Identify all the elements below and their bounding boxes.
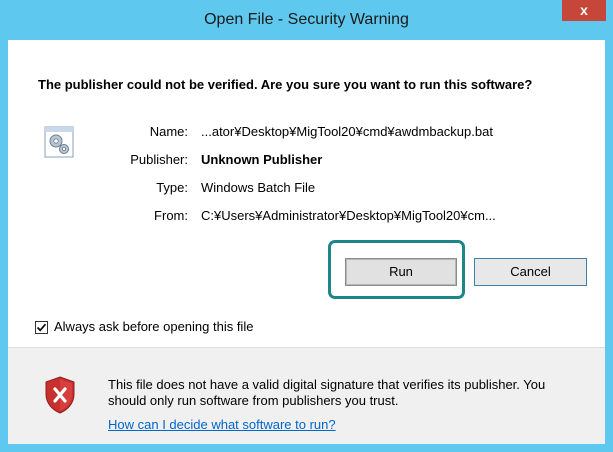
close-button[interactable]: x xyxy=(562,0,606,21)
security-warning-window: Open File - Security Warning x The publi… xyxy=(0,0,613,452)
run-button[interactable]: Run xyxy=(345,258,457,286)
from-value: C:¥Users¥Administrator¥Desktop¥MigTool20… xyxy=(201,208,496,223)
shield-error-icon xyxy=(45,376,75,414)
dialog-body: The publisher could not be verified. Are… xyxy=(8,40,605,444)
always-ask-label[interactable]: Always ask before opening this file xyxy=(54,319,253,334)
from-label: From: xyxy=(154,208,188,223)
warning-text: This file does not have a valid digital … xyxy=(108,377,546,408)
dialog-headline: The publisher could not be verified. Are… xyxy=(38,77,533,92)
title-bar[interactable]: Open File - Security Warning x xyxy=(0,0,613,40)
type-value: Windows Batch File xyxy=(201,180,316,195)
type-label: Type: xyxy=(156,180,188,195)
check-icon xyxy=(36,323,47,332)
publisher-label: Publisher: xyxy=(130,152,188,167)
name-label: Name: xyxy=(149,124,188,139)
help-link[interactable]: How can I decide what software to run? xyxy=(108,417,336,432)
name-value: ...ator¥Desktop¥MigTool20¥cmd¥awdmbackup… xyxy=(201,124,493,139)
cancel-button[interactable]: Cancel xyxy=(474,258,587,286)
always-ask-checkbox[interactable] xyxy=(35,321,48,334)
publisher-value: Unknown Publisher xyxy=(201,152,323,167)
window-title: Open File - Security Warning xyxy=(204,11,409,28)
